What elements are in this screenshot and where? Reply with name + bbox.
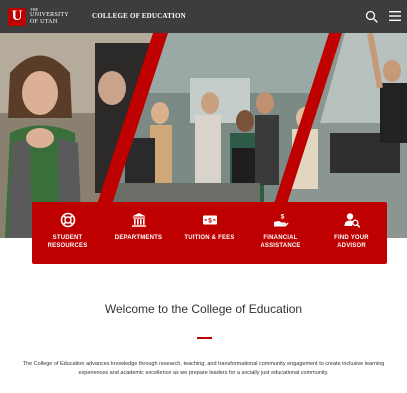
student-resources-link[interactable]: STUDENT RESOURCES <box>32 202 103 264</box>
logo-line1: UNIVERSITY <box>30 12 69 18</box>
tuition-fees-link[interactable]: $ TUITION & FEES <box>174 202 245 264</box>
logo-line2: OF UTAH <box>30 19 58 25</box>
site-header: U THE UNIVERSITY OF UTAH COLLEGE OF EDUC… <box>0 0 407 33</box>
departments-label: DEPARTMENTS <box>114 235 163 241</box>
user-search-icon <box>344 213 360 228</box>
find-your-advisor-link[interactable]: FIND YOUR ADVISOR <box>316 202 387 264</box>
svg-text:$: $ <box>280 214 284 221</box>
page-title: Welcome to the College of Education <box>104 302 303 316</box>
search-icon[interactable] <box>365 10 378 23</box>
title-divider <box>197 337 212 339</box>
tuition-fees-label: TUITION & FEES <box>184 235 235 241</box>
quick-links-bar: STUDENT RESOURCES DEPARTMENTS $ TUITION … <box>32 202 387 264</box>
money-bill-icon: $ <box>202 215 217 225</box>
financial-assistance-label: FINANCIAL ASSISTANCE <box>260 235 301 249</box>
student-resources-label: STUDENT RESOURCES <box>47 235 88 249</box>
hamburger-menu-icon[interactable] <box>389 10 401 22</box>
departments-link[interactable]: DEPARTMENTS <box>103 202 174 264</box>
university-logo[interactable]: U THE UNIVERSITY OF UTAH <box>8 7 69 26</box>
logo-wordmark: THE UNIVERSITY OF UTAH <box>30 7 69 26</box>
block-u-icon: U <box>8 7 26 26</box>
lifebuoy-icon <box>60 212 75 228</box>
college-name-link[interactable]: COLLEGE OF EDUCATION <box>92 12 186 20</box>
intro-paragraph: The College of Education advances knowle… <box>22 361 385 376</box>
hand-dollar-icon: $ <box>273 214 288 227</box>
financial-assistance-link[interactable]: $ FINANCIAL ASSISTANCE <box>245 202 316 264</box>
find-your-advisor-label: FIND YOUR ADVISOR <box>334 235 369 249</box>
building-columns-icon <box>131 213 146 227</box>
svg-text:$: $ <box>208 218 212 225</box>
